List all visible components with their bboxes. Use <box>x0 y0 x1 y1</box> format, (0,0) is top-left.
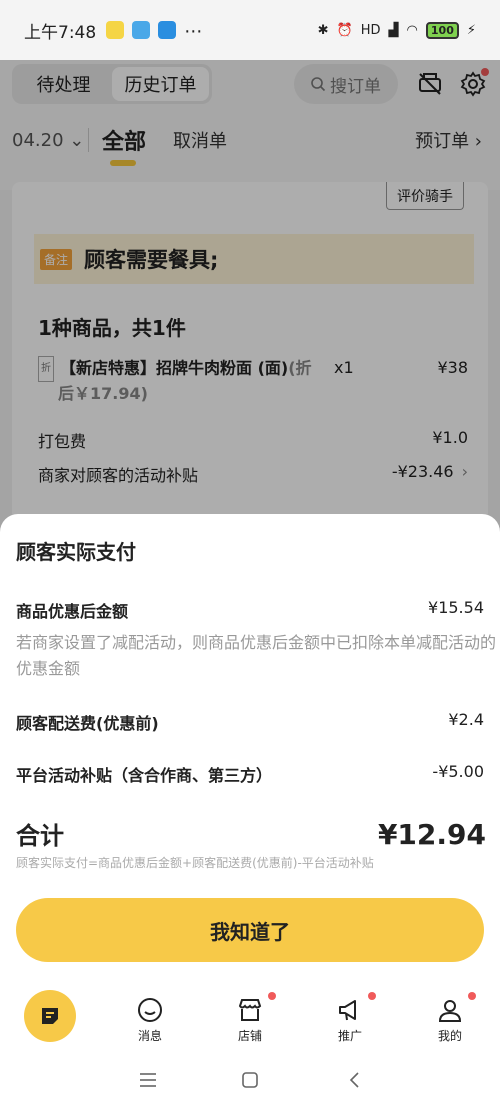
home-icon[interactable] <box>238 1068 262 1092</box>
tab-label: 店铺 <box>237 1029 262 1043</box>
row-value: -¥5.00 <box>432 762 484 781</box>
promotion-badge <box>368 992 376 1000</box>
total-row: 合计 ¥12.94 <box>16 816 486 851</box>
status-bar: 上午7:48 ⋯ ✱ ⏰ HD ▟ ◠ 100 ⚡ <box>0 0 500 60</box>
row-label: 平台活动补贴（含合作商、第三方） <box>16 766 273 785</box>
tab-label: 我的 <box>437 1029 462 1043</box>
signal-icon: HD <box>360 22 381 38</box>
wifi-icon: ◠ <box>406 22 418 38</box>
user-icon <box>437 997 463 1023</box>
signal-icon: ▟ <box>388 22 399 38</box>
tab-label: 推广 <box>337 1029 362 1043</box>
app-notification-icon <box>106 21 125 39</box>
row-value: ¥2.4 <box>448 710 484 729</box>
total-value: ¥12.94 <box>377 818 486 851</box>
platform-subsidy-row: 平台活动补贴（含合作商、第三方） -¥5.00 <box>16 762 484 786</box>
tab-promotion[interactable]: 推广 <box>320 992 380 1050</box>
back-icon[interactable] <box>342 1068 366 1092</box>
more-icon: ⋯ <box>184 21 203 42</box>
row-value: ¥15.54 <box>428 598 484 617</box>
note-icon <box>42 1008 58 1024</box>
total-label: 合计 <box>16 822 64 850</box>
mine-badge <box>468 992 476 1000</box>
tab-label: 消息 <box>137 1029 162 1043</box>
message-icon <box>137 997 163 1023</box>
megaphone-icon <box>337 997 363 1023</box>
payment-detail-sheet: 顾客实际支付 商品优惠后金额 ¥15.54 若商家设置了减配活动，则商品优惠后金… <box>0 514 500 994</box>
system-navigation-bar <box>0 1050 500 1110</box>
menu-icon[interactable] <box>136 1068 160 1092</box>
app-notification-icon <box>132 21 151 39</box>
bottom-tab-bar: 消息 店铺 推广 我的 <box>0 990 500 1050</box>
orders-fab[interactable] <box>24 990 76 1042</box>
store-badge <box>268 992 276 1000</box>
tab-store[interactable]: 店铺 <box>220 992 280 1050</box>
row-label: 顾客配送费(优惠前) <box>16 714 159 733</box>
delivery-fee-row: 顾客配送费(优惠前) ¥2.4 <box>16 710 484 734</box>
goods-amount-row: 商品优惠后金额 ¥15.54 <box>16 598 484 622</box>
alarm-icon: ⏰ <box>336 22 353 38</box>
battery-icon: 100 <box>425 21 459 39</box>
store-icon <box>237 997 263 1023</box>
row-label: 商品优惠后金额 <box>16 602 129 621</box>
app-notification-icon <box>158 21 177 39</box>
charging-icon: ⚡ <box>466 22 476 38</box>
sheet-title: 顾客实际支付 <box>16 540 136 564</box>
confirm-button[interactable]: 我知道了 <box>16 898 484 962</box>
goods-amount-description: 若商家设置了减配活动，则商品优惠后金额中已扣除本单减配活动的优惠金额 <box>16 633 497 678</box>
total-formula: 顾客实际支付=商品优惠后金额+顾客配送费(优惠前)-平台活动补贴 <box>16 856 374 870</box>
clock: 上午7:48 <box>24 22 97 43</box>
tab-messages[interactable]: 消息 <box>120 994 180 1050</box>
tab-mine[interactable]: 我的 <box>420 992 480 1050</box>
bluetooth-icon: ✱ <box>317 22 329 38</box>
